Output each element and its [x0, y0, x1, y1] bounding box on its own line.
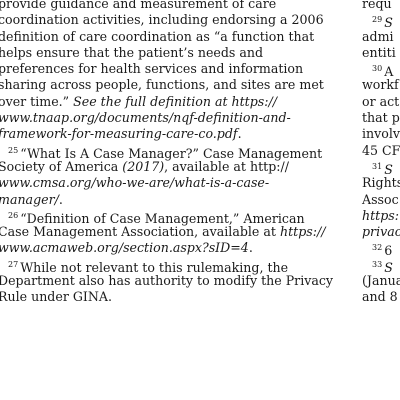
text-line: 25 “What Is A Case Manager?” Case Managem…	[0, 143, 346, 161]
line-text: provide guidance and measurement of care	[0, 0, 277, 11]
text-line: and 8	[362, 289, 400, 305]
line-text: that p	[362, 110, 400, 126]
text-line: www.acmaweb.org/section.aspx?sID=4.	[0, 240, 346, 256]
line-text: Department also has authority to modify …	[0, 273, 334, 289]
text-line: 29 S	[362, 12, 400, 30]
text-line: that p	[362, 110, 400, 126]
text-line: www.cmsa.org/who-we-are/what-is-a-case-	[0, 175, 346, 191]
footnote-number: 25	[8, 145, 19, 155]
text-line: over time.” See the full definition at h…	[0, 94, 346, 110]
text-line: privac	[362, 224, 400, 240]
line-text-after: .	[58, 191, 63, 207]
line-text: Case Management Association, available a…	[0, 224, 280, 240]
footnote-number: 27	[8, 259, 19, 269]
text-line: (Janua	[362, 273, 400, 289]
text-line: Assoc	[362, 192, 400, 208]
line-text: sharing across people, functions, and si…	[0, 77, 324, 93]
text-line: 45 CF	[362, 143, 400, 159]
text-line: preferences for health services and info…	[0, 61, 346, 77]
line-text: coordination activities, including endor…	[0, 12, 324, 28]
text-line: or act	[362, 94, 400, 110]
left-text-column: provide guidance and measurement of care…	[0, 0, 346, 306]
text-line: 30 A	[362, 61, 400, 79]
text-line: Rights	[362, 175, 400, 191]
text-line: helps ensure that the patient’s needs an…	[0, 45, 346, 61]
text-line: manager/.	[0, 192, 346, 208]
text-line: Society of America (2017), available at …	[0, 159, 346, 175]
line-text: involv	[362, 126, 400, 142]
italic-text: www.acmaweb.org/section.aspx?sID=4	[0, 240, 249, 256]
line-text: definition of care coordination as “a fu…	[0, 28, 315, 44]
text-line: sharing across people, functions, and si…	[0, 77, 346, 93]
text-line: coordination activities, including endor…	[0, 12, 346, 28]
text-line: involv	[362, 126, 400, 142]
italic-text: privac	[362, 224, 400, 240]
italic-text: https:	[362, 207, 400, 223]
footnote-number: 29	[372, 15, 383, 25]
text-line: https:	[362, 208, 400, 224]
footnote-number: 30	[372, 64, 383, 74]
text-line: definition of care coordination as “a fu…	[0, 29, 346, 45]
text-line: admi	[362, 29, 400, 45]
line-text: workf	[362, 77, 399, 93]
text-line: 27 While not relevant to this rulemaking,…	[0, 257, 346, 275]
line-text-after: , available at http://	[164, 158, 290, 174]
italic-text: See the full definition at https://	[73, 93, 278, 109]
line-text: requ	[362, 0, 392, 11]
line-text: helps ensure that the patient’s needs an…	[0, 44, 264, 60]
line-text: (Janua	[362, 273, 400, 289]
line-text: Rights	[362, 175, 400, 191]
text-line: provide guidance and measurement of care	[0, 0, 346, 12]
footnote-number: 26	[8, 210, 19, 220]
text-line: Rule under GINA.	[0, 289, 346, 305]
text-line: 33 S	[362, 257, 400, 275]
right-text-column: requ 29 Sadmi entiti 30 Aworkf or act that p inv…	[362, 0, 400, 306]
text-line: workf	[362, 77, 400, 93]
italic-text: www.tnaap.org/documents/nqf-definition-a…	[0, 110, 291, 126]
line-text: Society of America	[0, 158, 123, 174]
text-line: Case Management Association, available a…	[0, 224, 346, 240]
line-text: or act	[362, 93, 400, 109]
line-text: Rule under GINA.	[0, 289, 112, 305]
line-text: entiti	[362, 44, 396, 60]
text-line: framework-for-measuring-care-co.pdf.	[0, 126, 346, 142]
text-line: Department also has authority to modify …	[0, 273, 346, 289]
footnote-number: 31	[372, 161, 383, 171]
text-line: 26 “Definition of Case Management,” Ameri…	[0, 208, 346, 226]
line-text: and 8	[362, 289, 398, 305]
line-text: preferences for health services and info…	[0, 61, 304, 77]
text-line: 32 6	[362, 240, 400, 258]
line-text: 45 CF	[362, 142, 400, 158]
line-text-after: .	[237, 126, 242, 142]
italic-text: (2017)	[122, 158, 165, 174]
italic-text: https://	[279, 224, 326, 240]
text-line: requ	[362, 0, 400, 12]
text-line: entiti	[362, 45, 400, 61]
italic-text: www.cmsa.org/who-we-are/what-is-a-case-	[0, 175, 270, 191]
line-text: over time.”	[0, 93, 74, 109]
text-line: www.tnaap.org/documents/nqf-definition-a…	[0, 110, 346, 126]
footnote-number: 33	[372, 259, 383, 269]
footnote-number: 32	[372, 243, 383, 253]
line-text: admi	[362, 28, 394, 44]
line-text: Assoc	[362, 191, 399, 207]
text-line: 31 S	[362, 159, 400, 177]
italic-text: manager/	[0, 191, 59, 207]
italic-text: framework-for-measuring-care-co.pdf	[0, 126, 238, 142]
line-text-after: .	[248, 240, 253, 256]
